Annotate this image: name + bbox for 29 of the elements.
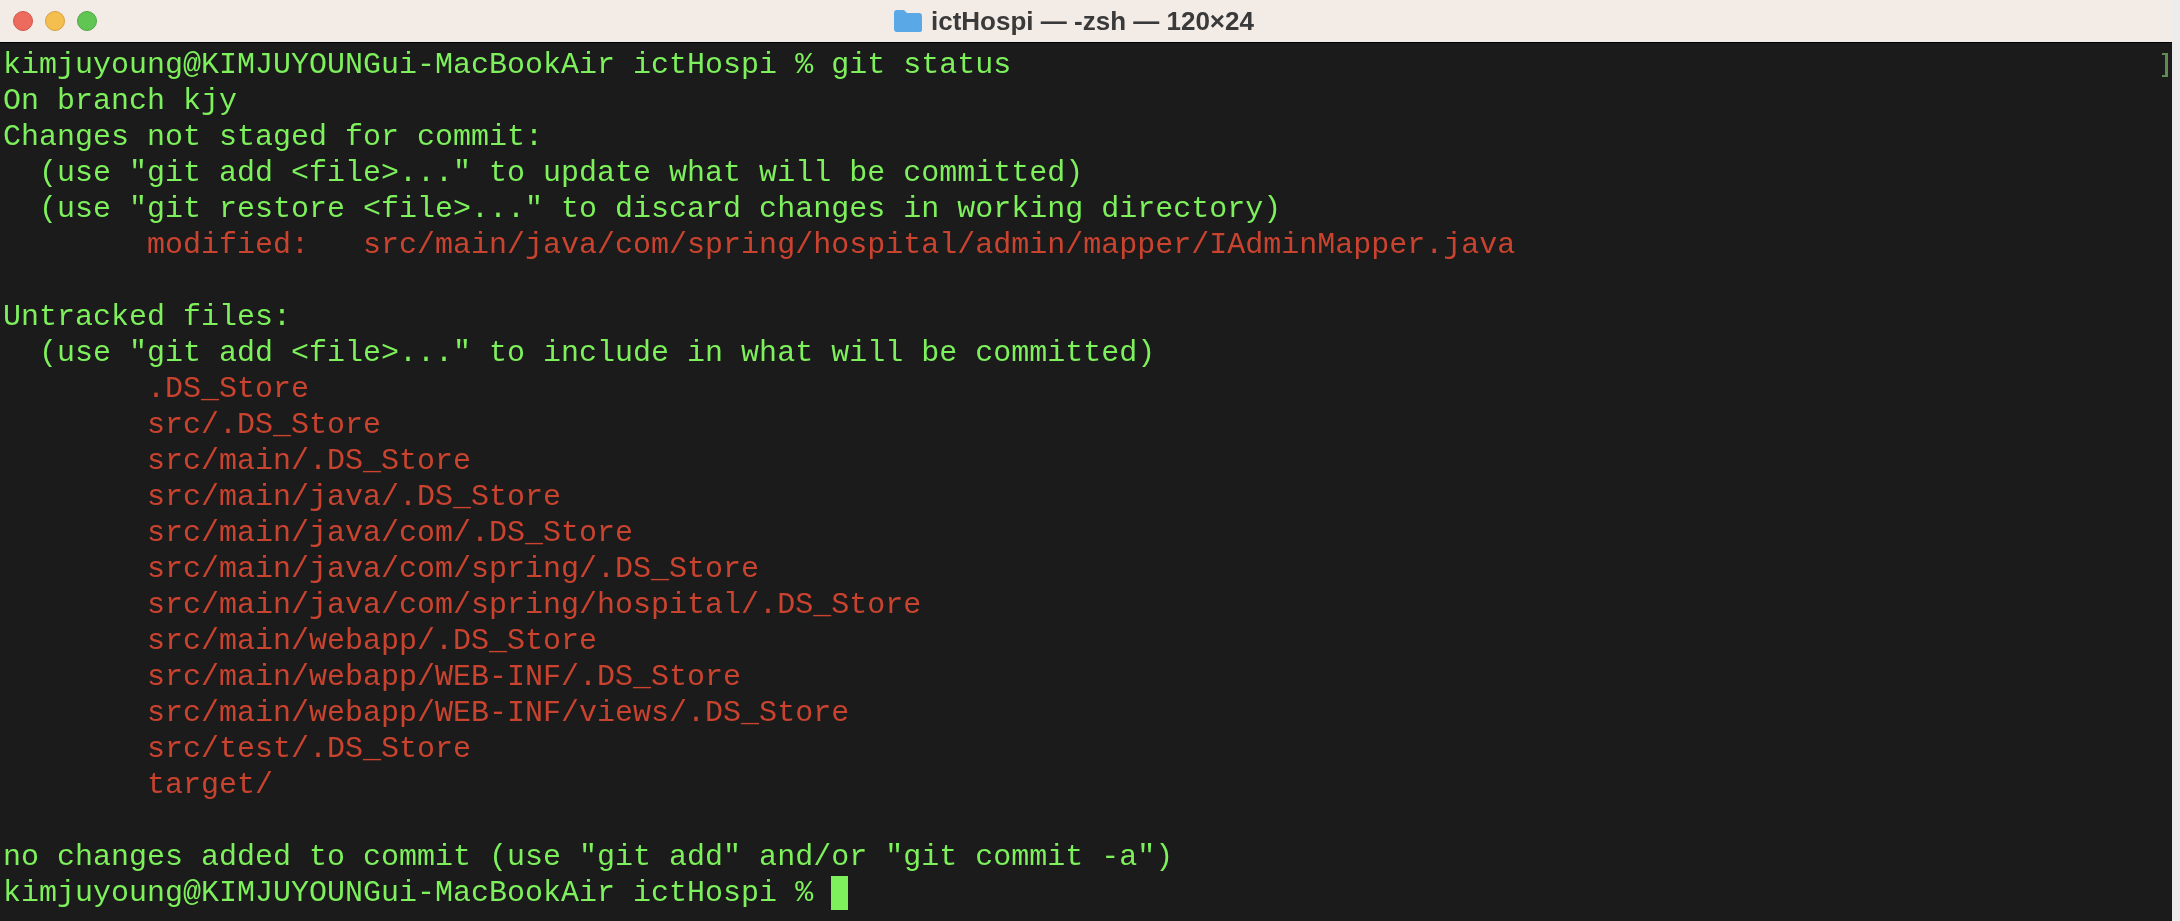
scroll-marker-icon — [2162, 53, 2168, 77]
window-title: ictHospi — -zsh — 120×24 — [931, 4, 1254, 38]
terminal-line: src/main/java/com/.DS_Store — [146, 516, 634, 550]
terminal-line: src/main/webapp/WEB-INF/.DS_Store — [146, 660, 742, 694]
terminal-line: src/main/webapp/.DS_Store — [146, 624, 598, 658]
terminal-prompt: kimjuyoung@KIMJUYOUNGui-MacBookAir ictHospi % — [3, 875, 815, 911]
terminal-line: src/test/.DS_Store — [146, 732, 472, 766]
terminal-line: src/.DS_Store — [146, 408, 382, 442]
terminal-line: src/main/java/com/spring/hospital/.DS_Store — [146, 588, 922, 622]
terminal-line: (use "git add <file>..." to update what will be committed) — [38, 156, 1084, 190]
folder-icon — [893, 9, 923, 33]
cursor-block — [831, 876, 849, 910]
terminal-line: (use "git restore <file>..." to discard changes in working directory) — [38, 192, 1282, 226]
terminal-line: Untracked files: — [3, 300, 292, 334]
minimize-button[interactable] — [45, 11, 65, 31]
terminal-line: target/ — [146, 768, 274, 802]
zoom-button[interactable] — [77, 11, 97, 31]
terminal-line: .DS_Store — [146, 372, 310, 406]
terminal-line: src/main/java/.DS_Store — [146, 480, 562, 514]
terminal-line: modified: src/main/java/com/spring/hospital/admin/mapper/IAdminMapper.java — [146, 228, 1516, 262]
terminal-line: src/main/java/com/spring/.DS_Store — [146, 552, 760, 586]
terminal-line: (use "git add <file>..." to include in what will be committed) — [38, 336, 1156, 370]
terminal-line: src/main/.DS_Store — [146, 444, 472, 478]
close-button[interactable] — [13, 11, 33, 31]
terminal-line: kimjuyoung@KIMJUYOUNGui-MacBookAir ictHospi % git status — [3, 48, 1012, 82]
terminal-line: no changes added to commit (use "git add" and/or "git commit -a") — [3, 840, 1174, 874]
terminal-line: src/main/webapp/WEB-INF/views/.DS_Store — [146, 696, 850, 730]
terminal-line: On branch kjy — [3, 84, 238, 118]
terminal-line: Changes not staged for commit: — [3, 120, 544, 154]
